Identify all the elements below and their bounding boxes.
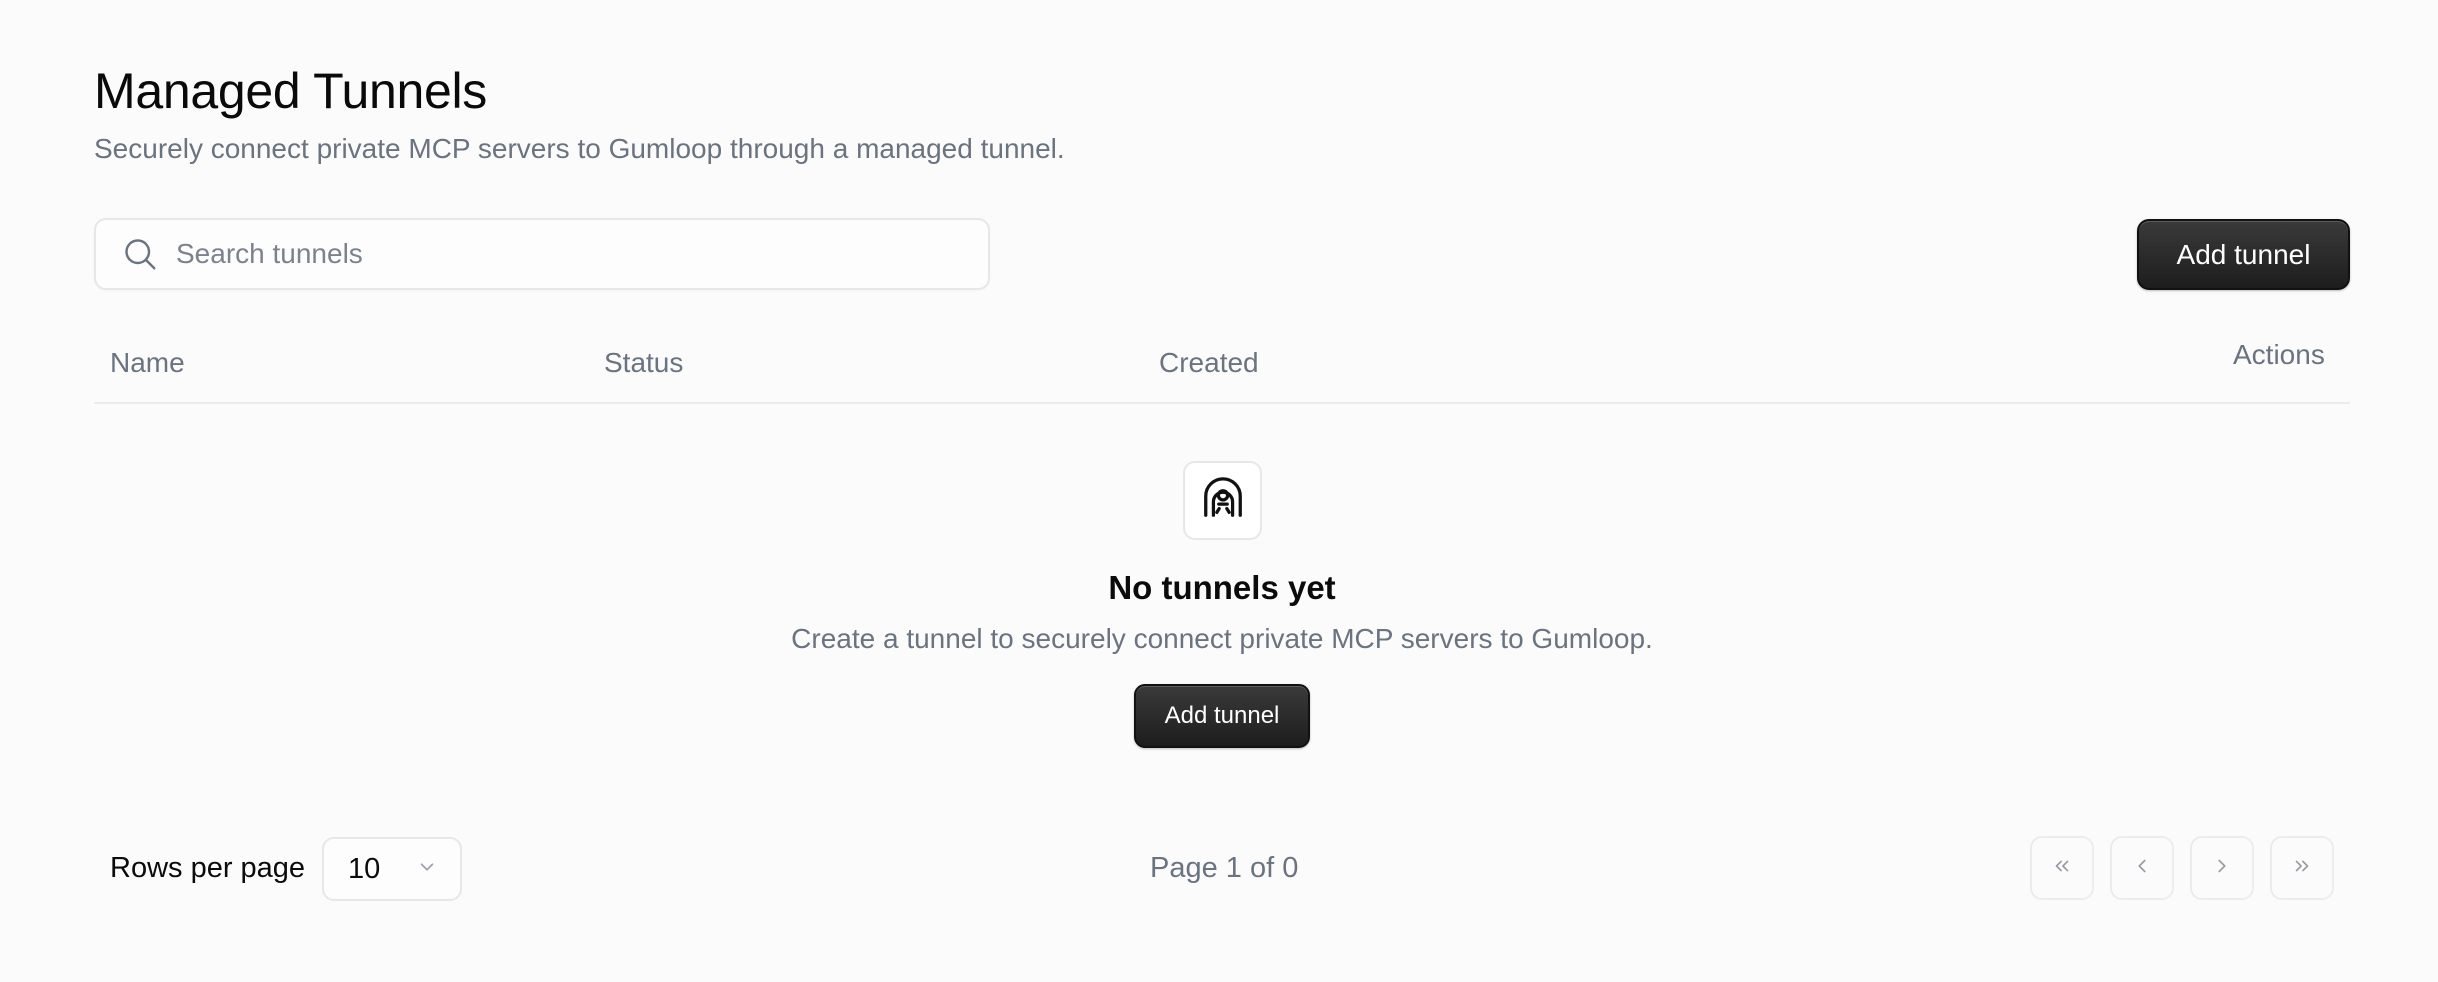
page-title: Managed Tunnels (94, 63, 488, 119)
search-box (94, 218, 990, 290)
search-icon (120, 234, 160, 274)
search-input[interactable] (176, 220, 988, 288)
last-page-button[interactable] (2270, 836, 2334, 900)
rows-per-page-value: 10 (348, 852, 381, 885)
previous-page-button[interactable] (2110, 836, 2174, 900)
empty-state-add-tunnel-button[interactable]: Add tunnel (1134, 684, 1310, 748)
page-info: Page 1 of 0 (1150, 852, 1299, 884)
rows-per-page-select[interactable]: 10 (322, 837, 462, 901)
empty-state-title: No tunnels yet (1108, 569, 1336, 606)
empty-state-description: Create a tunnel to securely connect priv… (791, 623, 1653, 654)
next-page-button[interactable] (2190, 836, 2254, 900)
column-header-created: Created (1159, 347, 1259, 378)
page-subtitle: Securely connect private MCP servers to … (94, 133, 1065, 164)
managed-tunnels-page: Managed Tunnels Securely connect private… (0, 0, 2438, 982)
chevrons-right-icon (2291, 855, 2313, 882)
column-header-name: Name (110, 347, 185, 378)
first-page-button[interactable] (2030, 836, 2094, 900)
add-tunnel-button[interactable]: Add tunnel (2137, 219, 2350, 290)
rows-per-page-label: Rows per page (110, 852, 306, 884)
chevron-left-icon (2131, 855, 2153, 882)
column-header-status: Status (604, 347, 684, 378)
table-header-divider (94, 402, 2350, 404)
column-header-actions: Actions (2233, 339, 2325, 370)
tunnel-icon (1200, 475, 1246, 526)
empty-state-icon-box (1183, 461, 1262, 540)
chevrons-left-icon (2051, 855, 2073, 882)
chevron-right-icon (2211, 855, 2233, 882)
chevron-down-icon (416, 856, 438, 883)
